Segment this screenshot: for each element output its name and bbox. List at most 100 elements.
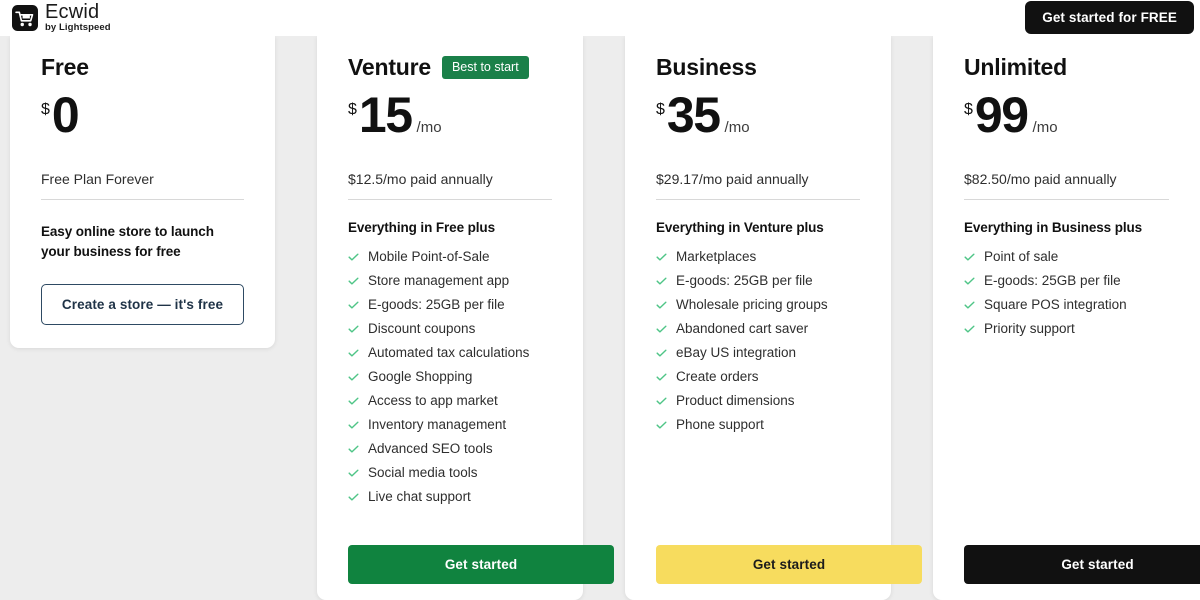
- checkmark-icon: [964, 277, 975, 285]
- plan-header: Business: [656, 36, 860, 81]
- plan-description: Easy online store to launch your busines…: [41, 224, 214, 259]
- plan-annual-price: $29.17/mo paid annually: [656, 171, 809, 187]
- plan-feature-item: Google Shopping: [348, 365, 552, 389]
- plan-cta-button[interactable]: Get started: [656, 545, 922, 584]
- price-period: /mo: [724, 119, 750, 136]
- plan-header: Unlimited: [964, 36, 1169, 81]
- plan-feature-item: Access to app market: [348, 389, 552, 413]
- plan-feature-item: Wholesale pricing groups: [656, 293, 860, 317]
- plan-feature-item: Inventory management: [348, 413, 552, 437]
- plan-card-unlimited: Unlimited $99/mo $82.50/mo paid annually Ev…: [933, 36, 1200, 600]
- plan-feature-item: Mobile Point-of-Sale: [348, 245, 552, 269]
- plan-feature-item: Live chat support: [348, 485, 552, 509]
- checkmark-icon: [348, 397, 359, 405]
- plan-feature-label: Square POS integration: [984, 297, 1127, 312]
- plan-annual-price: Free Plan Forever: [41, 171, 154, 187]
- plan-annual-price: $12.5/mo paid annually: [348, 171, 493, 187]
- plan-name: Venture: [348, 54, 431, 80]
- get-started-for-free-button[interactable]: Get started for FREE: [1025, 1, 1194, 34]
- plan-cta-button[interactable]: Get started: [348, 545, 614, 584]
- checkmark-icon: [348, 349, 359, 357]
- shopping-cart-icon: [12, 4, 38, 31]
- price-currency: $: [348, 101, 357, 118]
- plan-feature-label: Phone support: [676, 417, 764, 432]
- plan-card-venture: Venture Best to start $15/mo $12.5/mo paid …: [317, 36, 614, 600]
- checkmark-icon: [656, 277, 667, 285]
- plan-feature-label: Access to app market: [368, 393, 498, 408]
- plan-feature-label: Store management app: [368, 273, 510, 288]
- checkmark-icon: [348, 325, 359, 333]
- checkmark-icon: [348, 253, 359, 261]
- plan-feature-label: Marketplaces: [676, 249, 757, 264]
- logo[interactable]: Ecwid by Lightspeed: [12, 2, 111, 33]
- plan-feature-item: Discount coupons: [348, 317, 552, 341]
- site-header: Ecwid by Lightspeed Get started for FREE: [0, 0, 1200, 36]
- plan-feature-list: Point of sale E-goods: 25GB per file Squar…: [964, 235, 1169, 341]
- plan-feature-list: Marketplaces E-goods: 25GB per file Wholes…: [656, 235, 860, 437]
- checkmark-icon: [348, 277, 359, 285]
- checkmark-icon: [656, 421, 667, 429]
- plan-cta-button[interactable]: Get started: [964, 545, 1200, 584]
- price-period: /mo: [1032, 119, 1058, 136]
- checkmark-icon: [656, 349, 667, 357]
- plan-feature-label: Google Shopping: [368, 369, 473, 384]
- plan-feature-item: Product dimensions: [656, 389, 860, 413]
- plan-feature-item: Point of sale: [964, 245, 1169, 269]
- logo-tagline: by Lightspeed: [45, 22, 111, 33]
- plan-feature-item: Store management app: [348, 269, 552, 293]
- plan-feature-item: Create orders: [656, 365, 860, 389]
- plan-card-free: Free $0 Free Plan Forever Easy online store…: [10, 36, 275, 348]
- plan-feature-label: Automated tax calculations: [368, 345, 530, 360]
- checkmark-icon: [656, 373, 667, 381]
- plan-feature-label: Advanced SEO tools: [368, 441, 493, 456]
- plan-feature-label: Mobile Point-of-Sale: [368, 249, 490, 264]
- price-amount: 15: [358, 87, 413, 143]
- price-currency: $: [41, 101, 50, 118]
- price-amount: 99: [974, 87, 1029, 143]
- plan-feature-item: Abandoned cart saver: [656, 317, 860, 341]
- plan-price: $15/mo: [348, 81, 552, 147]
- plan-feature-item: Automated tax calculations: [348, 341, 552, 365]
- logo-name: Ecwid: [45, 1, 100, 23]
- plan-feature-label: E-goods: 25GB per file: [984, 273, 1121, 288]
- plan-feature-label: eBay US integration: [676, 345, 797, 360]
- plan-feature-label: Discount coupons: [368, 321, 476, 336]
- plan-feature-label: E-goods: 25GB per file: [368, 297, 505, 312]
- plan-feature-item: Priority support: [964, 317, 1169, 341]
- plan-includes-title: Everything in Free plus: [348, 220, 495, 235]
- plan-feature-label: E-goods: 25GB per file: [676, 273, 813, 288]
- plan-feature-label: Inventory management: [368, 417, 507, 432]
- plan-header: Venture Best to start: [348, 36, 552, 81]
- plan-name: Free: [41, 54, 89, 80]
- plan-feature-item: E-goods: 25GB per file: [348, 293, 552, 317]
- price-currency: $: [656, 101, 665, 118]
- plan-feature-label: Product dimensions: [676, 393, 795, 408]
- checkmark-icon: [656, 325, 667, 333]
- checkmark-icon: [348, 421, 359, 429]
- checkmark-icon: [656, 301, 667, 309]
- plan-header: Free: [41, 36, 244, 81]
- plan-price: $35/mo: [656, 81, 860, 147]
- plan-feature-label: Point of sale: [984, 249, 1059, 264]
- plan-feature-item: E-goods: 25GB per file: [656, 269, 860, 293]
- checkmark-icon: [348, 469, 359, 477]
- plan-feature-label: Wholesale pricing groups: [676, 297, 828, 312]
- plan-feature-item: E-goods: 25GB per file: [964, 269, 1169, 293]
- plan-feature-item: eBay US integration: [656, 341, 860, 365]
- price-amount: 0: [51, 87, 80, 143]
- plan-cta-button[interactable]: Create a store — it's free: [41, 284, 244, 325]
- plan-includes-title: Everything in Venture plus: [656, 220, 824, 235]
- checkmark-icon: [964, 301, 975, 309]
- plan-badge: Best to start: [441, 55, 529, 80]
- plan-feature-label: Abandoned cart saver: [676, 321, 809, 336]
- plan-feature-item: Square POS integration: [964, 293, 1169, 317]
- plan-feature-item: Phone support: [656, 413, 860, 437]
- plan-annual-price: $82.50/mo paid annually: [964, 171, 1117, 187]
- price-period: /mo: [416, 119, 442, 136]
- plan-feature-list: Mobile Point-of-Sale Store management app…: [348, 235, 552, 509]
- pricing-page: Ecwid by Lightspeed Get started for FREE…: [0, 0, 1200, 600]
- checkmark-icon: [656, 397, 667, 405]
- plan-price: $0: [41, 81, 244, 147]
- checkmark-icon: [348, 493, 359, 501]
- checkmark-icon: [964, 253, 975, 261]
